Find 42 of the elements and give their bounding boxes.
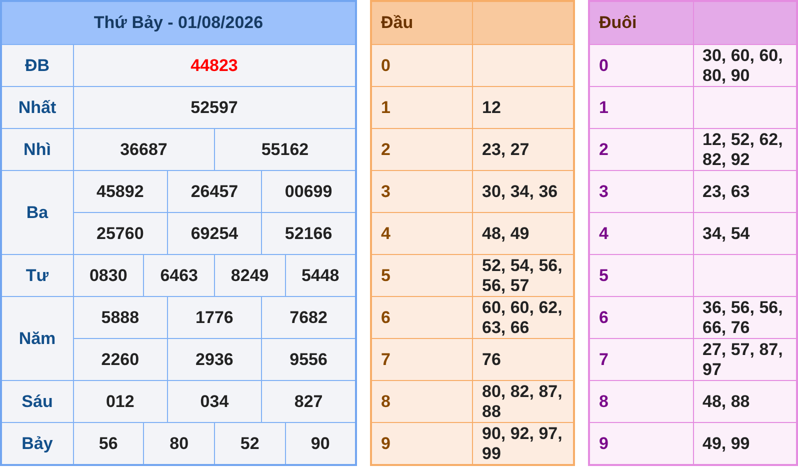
- prize-number: 8249: [214, 254, 286, 296]
- digit-cell: 8: [371, 380, 472, 422]
- prize-number: 2936: [167, 338, 262, 380]
- prize-number: 69254: [167, 212, 262, 254]
- prize-number: 034: [167, 380, 262, 422]
- prize-number: 1776: [167, 296, 262, 338]
- prize-label: Nhì: [1, 128, 73, 170]
- results-title: Thứ Bảy - 01/08/2026: [1, 1, 356, 44]
- column-heading: Đầu: [371, 1, 472, 44]
- column-heading: Đuôi: [589, 1, 693, 44]
- digit-cell: 7: [589, 338, 693, 380]
- digit-cell: 1: [371, 86, 472, 128]
- prize-number: 36687: [73, 128, 214, 170]
- digit-cell: 8: [589, 380, 693, 422]
- digit-cell: 0: [589, 44, 693, 86]
- digit-cell: 0: [371, 44, 472, 86]
- digit-cell: 2: [589, 128, 693, 170]
- digit-cell: 3: [371, 170, 472, 212]
- prize-number: 26457: [167, 170, 262, 212]
- digit-cell: 3: [589, 170, 693, 212]
- prize-number: 6463: [144, 254, 214, 296]
- prize-label: Sáu: [1, 380, 73, 422]
- digit-cell: 2: [371, 128, 472, 170]
- prize-label: Tư: [1, 254, 73, 296]
- prize-label: Năm: [1, 296, 73, 380]
- prize-number: 2260: [73, 338, 168, 380]
- prize-number: 45892: [73, 170, 168, 212]
- digit-cell: 5: [589, 254, 693, 296]
- prize-number: 25760: [73, 212, 168, 254]
- digit-cell: 7: [371, 338, 472, 380]
- prize-label: Nhất: [1, 86, 73, 128]
- digit-cell: 4: [589, 212, 693, 254]
- prize-number: 0830: [73, 254, 144, 296]
- prize-label: Ba: [1, 170, 73, 254]
- digit-cell: 4: [371, 212, 472, 254]
- digit-cell: 5: [371, 254, 472, 296]
- prize-number: 5888: [73, 296, 168, 338]
- prize-number: 012: [73, 380, 168, 422]
- digit-cell: 1: [589, 86, 693, 128]
- digit-cell: 6: [371, 296, 472, 338]
- digit-cell: 6: [589, 296, 693, 338]
- prize-label: ĐB: [1, 44, 73, 86]
